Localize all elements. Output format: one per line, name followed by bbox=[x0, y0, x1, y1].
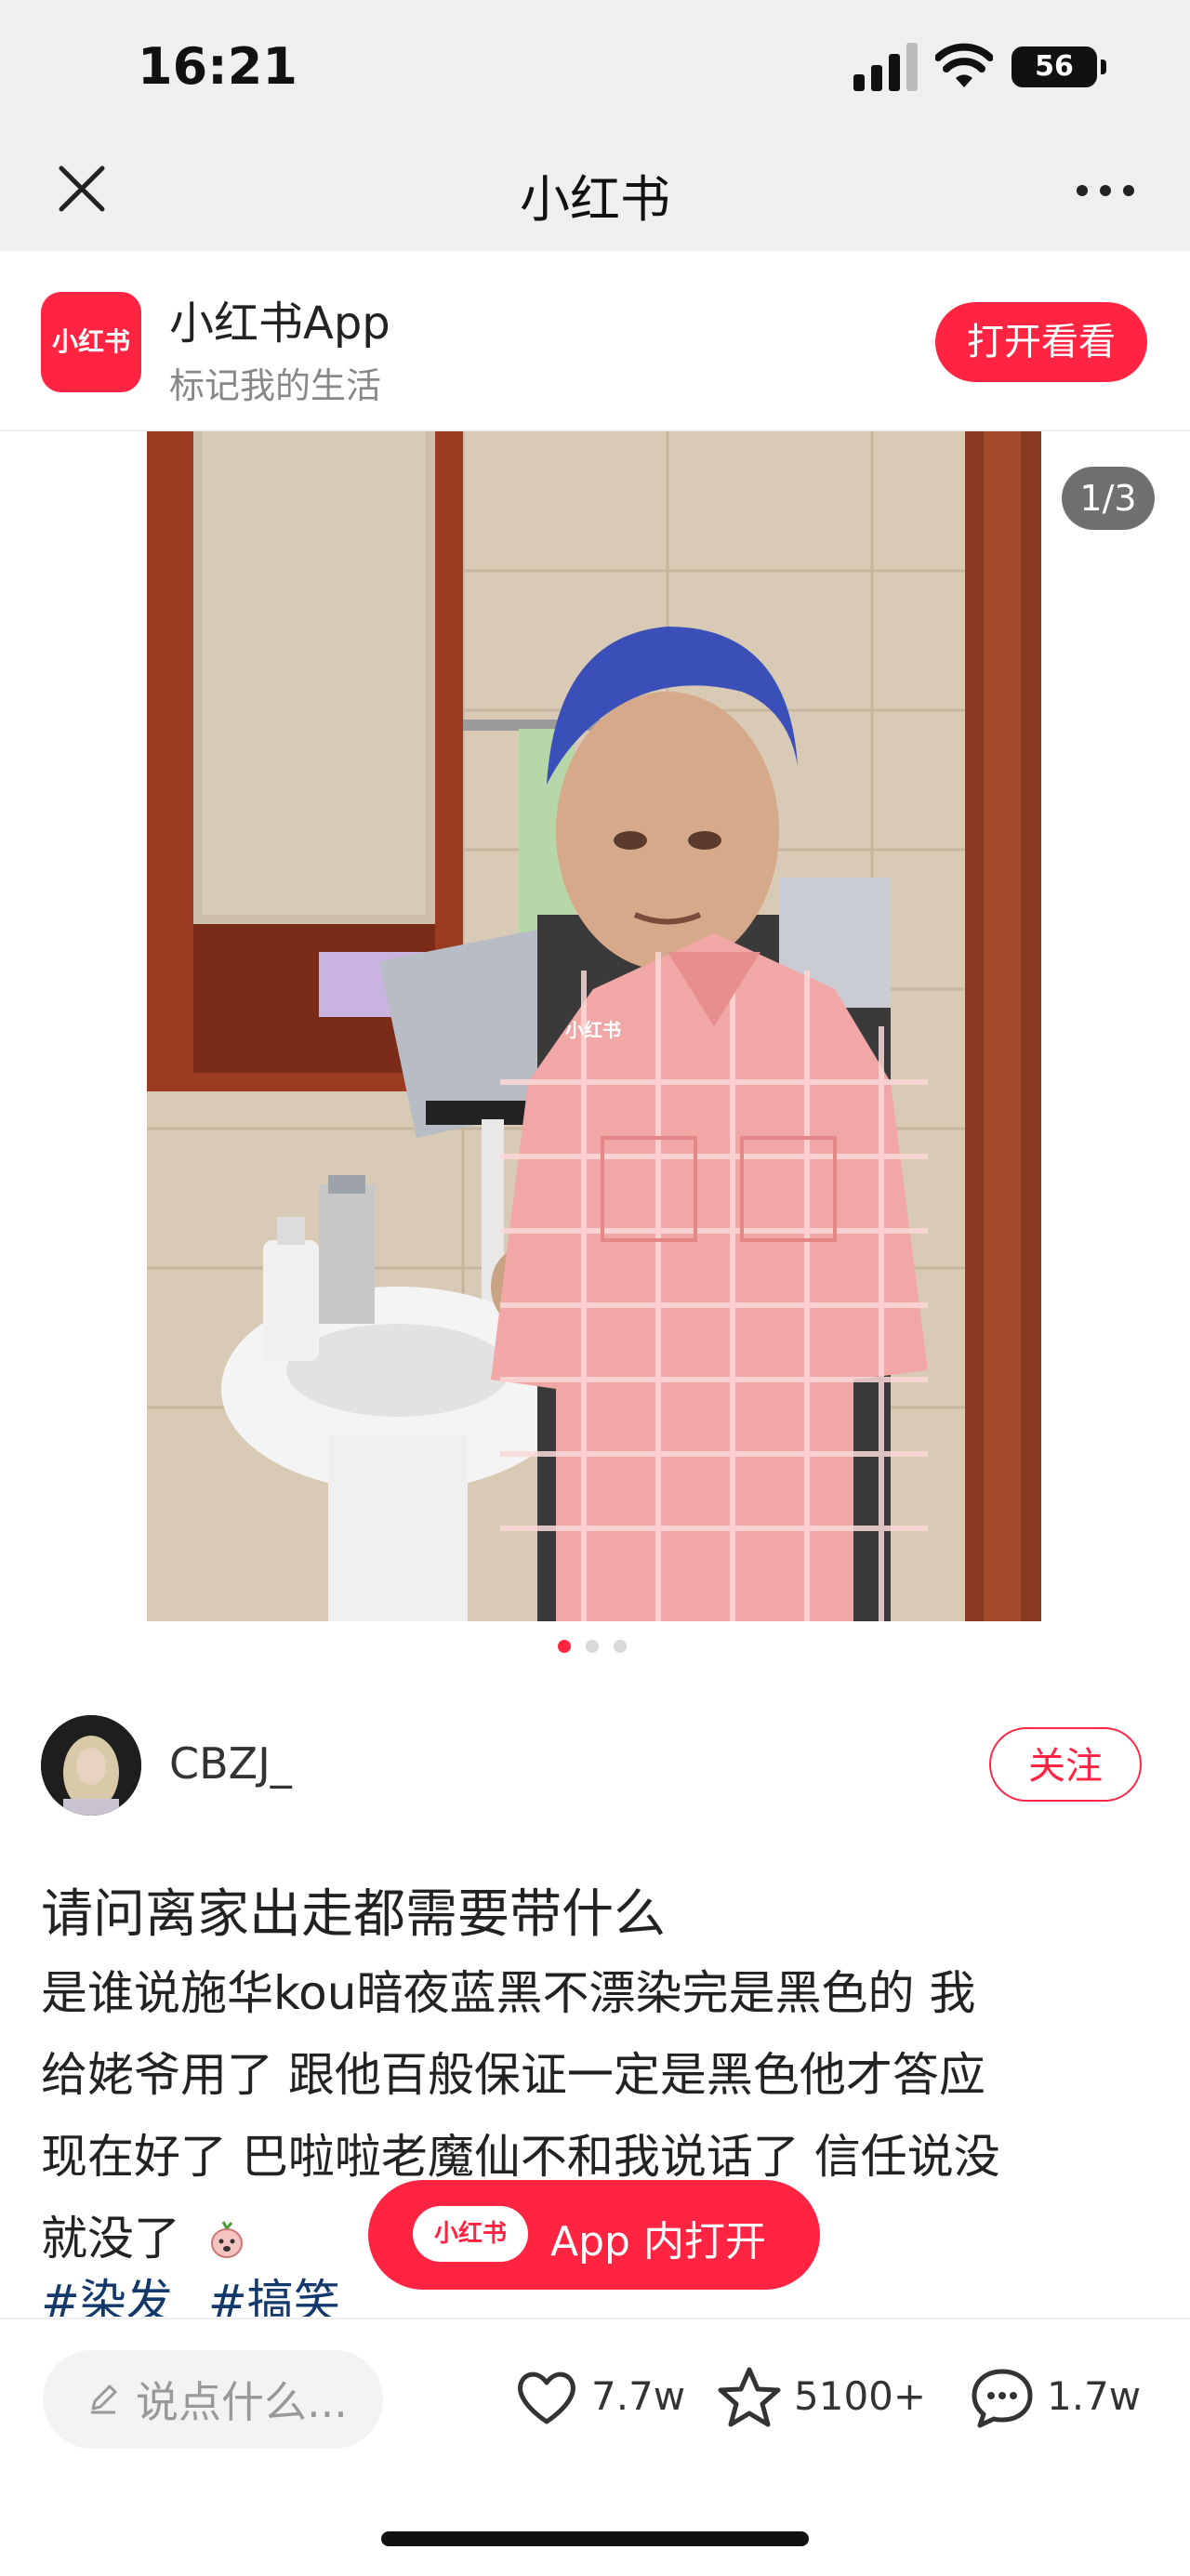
home-indicator[interactable] bbox=[381, 2531, 809, 2546]
pencil-icon bbox=[91, 2384, 117, 2414]
avatar[interactable] bbox=[41, 1715, 141, 1816]
collect-count: 5100+ bbox=[794, 2373, 927, 2419]
avatar-image bbox=[41, 1715, 141, 1816]
open-in-app-label: App 内打开 bbox=[550, 2218, 766, 2266]
star-icon bbox=[718, 2367, 781, 2427]
more-icon[interactable] bbox=[1075, 181, 1136, 200]
post-body-line: 给姥爷用了 跟他百般保证一定是黑色他才答应 bbox=[41, 2048, 985, 2102]
follow-button[interactable]: 关注 bbox=[989, 1727, 1142, 1802]
post-tags: #染发 #搞笑 bbox=[41, 2265, 361, 2317]
author-name[interactable]: CBZJ_ bbox=[169, 1738, 292, 1789]
wifi-icon bbox=[935, 43, 993, 87]
app-slogan: 标记我的生活 bbox=[169, 365, 382, 406]
tag-link[interactable]: #搞笑 bbox=[208, 2275, 340, 2317]
comment-count: 1.7w bbox=[1047, 2373, 1142, 2419]
post-body-line-text: 就没了 bbox=[41, 2212, 180, 2266]
image-watermark: 小红书 bbox=[565, 1019, 621, 1041]
heart-icon bbox=[518, 2371, 575, 2424]
app-logo[interactable]: 小红书 bbox=[41, 292, 141, 392]
like-count: 7.7w bbox=[591, 2373, 686, 2419]
carousel-dot-active[interactable] bbox=[558, 1640, 571, 1653]
post-image[interactable]: 小红书 bbox=[147, 431, 1041, 1621]
post-body-line: 是谁说施华kou暗夜蓝黑不漂染完是黑色的 我 bbox=[41, 1966, 976, 2020]
tag-link[interactable]: #染发 bbox=[41, 2275, 173, 2317]
comment-bubble-icon bbox=[972, 2369, 1033, 2428]
carousel-dot[interactable] bbox=[586, 1640, 599, 1653]
post-title: 请问离家出走都需要带什么 bbox=[41, 1884, 666, 1945]
float-app-logo: 小红书 bbox=[413, 2206, 528, 2262]
page-title: 小红书 bbox=[520, 170, 670, 229]
carousel-dot[interactable] bbox=[614, 1640, 627, 1653]
app-name: 小红书App bbox=[169, 297, 390, 350]
status-time: 16:21 bbox=[138, 37, 298, 96]
image-page-indicator: 1/3 bbox=[1062, 467, 1155, 530]
comment-placeholder[interactable]: 说点什么... bbox=[136, 2369, 348, 2430]
open-app-button[interactable]: 打开看看 bbox=[935, 302, 1147, 382]
emoji-icon bbox=[210, 2221, 243, 2258]
signal-icon bbox=[853, 43, 918, 91]
battery-icon: 56 bbox=[1012, 46, 1106, 87]
